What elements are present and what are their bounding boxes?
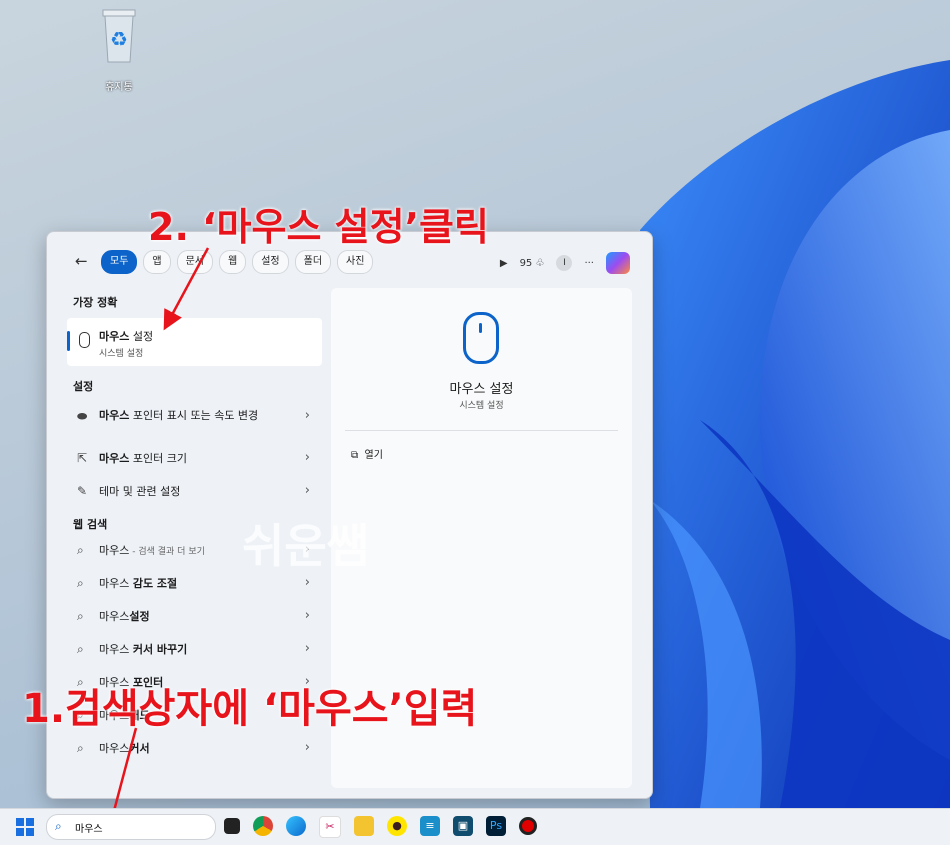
best-match-subtitle: 시스템 설정 — [99, 349, 144, 359]
section-best-match: 가장 정확 — [73, 296, 118, 309]
web-result-pre: 마우스 — [99, 643, 133, 656]
web-result-label: 마우스 커서 바꾸기 — [99, 641, 299, 657]
top-right-controls: ▶ 95 ♧ I ··· — [500, 252, 630, 274]
best-match-title-rest: 설정 — [129, 330, 154, 343]
mouse-icon — [463, 312, 499, 364]
filter-apps[interactable]: 앱 — [143, 250, 171, 274]
chevron-right-icon: › — [304, 483, 310, 498]
section-web-search: 웹 검색 — [73, 518, 108, 531]
chevron-right-icon: › — [304, 608, 310, 623]
avatar[interactable]: I — [556, 255, 573, 271]
annotation-step2: 2. ‘마우스 설정’클릭 — [148, 205, 489, 249]
record-icon[interactable] — [519, 817, 537, 835]
web-result-pre: 마우스 — [99, 610, 130, 623]
app-icon[interactable]: ▣ — [453, 816, 473, 836]
chevron-right-icon: › — [304, 641, 310, 656]
settings-item-label-rest: 테마 및 관련 설정 — [99, 485, 181, 498]
web-result-bold: 감도 조절 — [132, 577, 178, 590]
search-icon: ⌕ — [77, 741, 84, 755]
chrome-icon[interactable] — [253, 816, 273, 836]
search-filters: 모두 앱 문서 웹 설정 폴더 사진 — [101, 250, 374, 274]
web-result-label: 마우스 감도 조절 — [99, 575, 299, 591]
rewards-points-value: 95 — [519, 257, 533, 269]
back-arrow-icon[interactable]: ← — [75, 252, 88, 270]
mouse-icon — [79, 332, 90, 348]
filter-web[interactable]: 웹 — [219, 250, 247, 274]
web-result-bold: 커서 — [129, 742, 150, 755]
taskbar: ⌕ ✂ ● ≡ ▣ Ps — [0, 808, 950, 845]
filter-settings[interactable]: 설정 — [252, 250, 289, 274]
best-match-title-bold: 마우스 — [99, 330, 130, 343]
section-settings: 설정 — [73, 380, 94, 393]
settings-item-themes[interactable]: ✎ 테마 및 관련 설정 › — [67, 477, 322, 505]
filter-photos[interactable]: 사진 — [337, 250, 374, 274]
search-icon: ⌕ — [77, 543, 84, 557]
web-result-item[interactable]: ⌕ 마우스 커서 바꾸기 › — [67, 635, 322, 663]
web-result-pre: 마우스 — [99, 577, 133, 590]
taskbar-search-input[interactable] — [73, 818, 207, 836]
filter-folders[interactable]: 폴더 — [294, 250, 332, 274]
filter-all[interactable]: 모두 — [101, 250, 138, 274]
web-result-pre: 마우스 — [99, 742, 130, 755]
snipping-tool-icon[interactable]: ✂ — [319, 816, 341, 838]
detail-subtitle: 시스템 설정 — [459, 401, 504, 411]
play-icon[interactable]: ▶ — [500, 258, 508, 269]
open-external-icon: ⧉ — [351, 450, 359, 461]
search-icon: ⌕ — [55, 819, 62, 833]
watermark: 쉬운쌤 — [242, 519, 369, 573]
best-match-title: 마우스 설정 — [99, 328, 153, 344]
web-result-item[interactable]: ⌕ 마우스커서 › — [67, 734, 322, 762]
open-label: 열기 — [364, 450, 383, 461]
search-icon: ⌕ — [77, 576, 84, 590]
web-result-bold: 설정 — [129, 610, 150, 623]
filter-documents[interactable]: 문서 — [176, 250, 214, 274]
chevron-right-icon: › — [304, 740, 310, 755]
mouse-device-icon: ⬬ — [77, 409, 88, 423]
notepad-icon[interactable]: ≡ — [420, 816, 440, 836]
web-result-label: 마우스설정 — [99, 608, 299, 624]
web-result-label: 마우스커서 — [99, 740, 299, 756]
search-icon: ⌕ — [77, 642, 84, 656]
rewards-points[interactable]: 95 ♧ — [520, 258, 545, 269]
settings-item-label-rest: 포인터 표시 또는 속도 변경 — [129, 409, 259, 422]
web-result-post: - 검색 결과 더 보기 — [129, 547, 205, 557]
open-action[interactable]: ⧉ 열기 — [351, 446, 383, 461]
settings-item-label: 마우스 포인터 표시 또는 속도 변경 — [99, 408, 299, 423]
chevron-right-icon: › — [304, 408, 310, 423]
settings-item-label: 마우스 포인터 크기 — [99, 450, 299, 466]
chevron-right-icon: › — [304, 575, 310, 590]
taskbar-search-box[interactable]: ⌕ — [46, 814, 216, 840]
best-match-item[interactable]: 마우스 설정 시스템 설정 — [67, 318, 322, 366]
pointer-icon: ⇱ — [77, 451, 88, 465]
search-icon: ⌕ — [77, 609, 84, 623]
file-explorer-icon[interactable] — [354, 816, 374, 836]
web-result-item[interactable]: ⌕ 마우스설정 › — [67, 602, 322, 630]
rewards-icon: ♧ — [535, 257, 545, 269]
settings-item-label-bold: 마우스 — [99, 452, 130, 465]
settings-item-label-bold: 마우스 — [99, 409, 130, 422]
kakaotalk-icon[interactable]: ● — [387, 816, 407, 836]
selection-indicator — [67, 331, 70, 351]
settings-item-pointer-size[interactable]: ⇱ 마우스 포인터 크기 › — [67, 444, 322, 472]
brush-icon: ✎ — [77, 484, 88, 498]
settings-item-label: 테마 및 관련 설정 — [99, 483, 299, 499]
copilot-icon[interactable] — [606, 252, 630, 274]
settings-item-label-rest: 포인터 크기 — [129, 452, 187, 465]
photoshop-icon[interactable]: Ps — [486, 816, 506, 836]
chevron-right-icon: › — [304, 450, 310, 465]
task-view-icon[interactable] — [224, 818, 240, 834]
taskbar-apps: ✂ ● ≡ ▣ Ps — [224, 816, 537, 838]
divider — [345, 430, 618, 431]
detail-title: 마우스 설정 — [449, 382, 514, 397]
more-options-icon[interactable]: ··· — [584, 258, 594, 269]
settings-item-pointer-speed[interactable]: ⬬ 마우스 포인터 표시 또는 속도 변경 › — [67, 402, 322, 438]
web-result-bold: 커서 바꾸기 — [132, 643, 188, 656]
web-result-pre: 마우스 — [99, 544, 130, 557]
annotation-step1: 1.검색상자에 ‘마우스’입력 — [22, 686, 478, 732]
edge-icon[interactable] — [286, 816, 306, 836]
windows-start-icon[interactable] — [16, 818, 34, 836]
